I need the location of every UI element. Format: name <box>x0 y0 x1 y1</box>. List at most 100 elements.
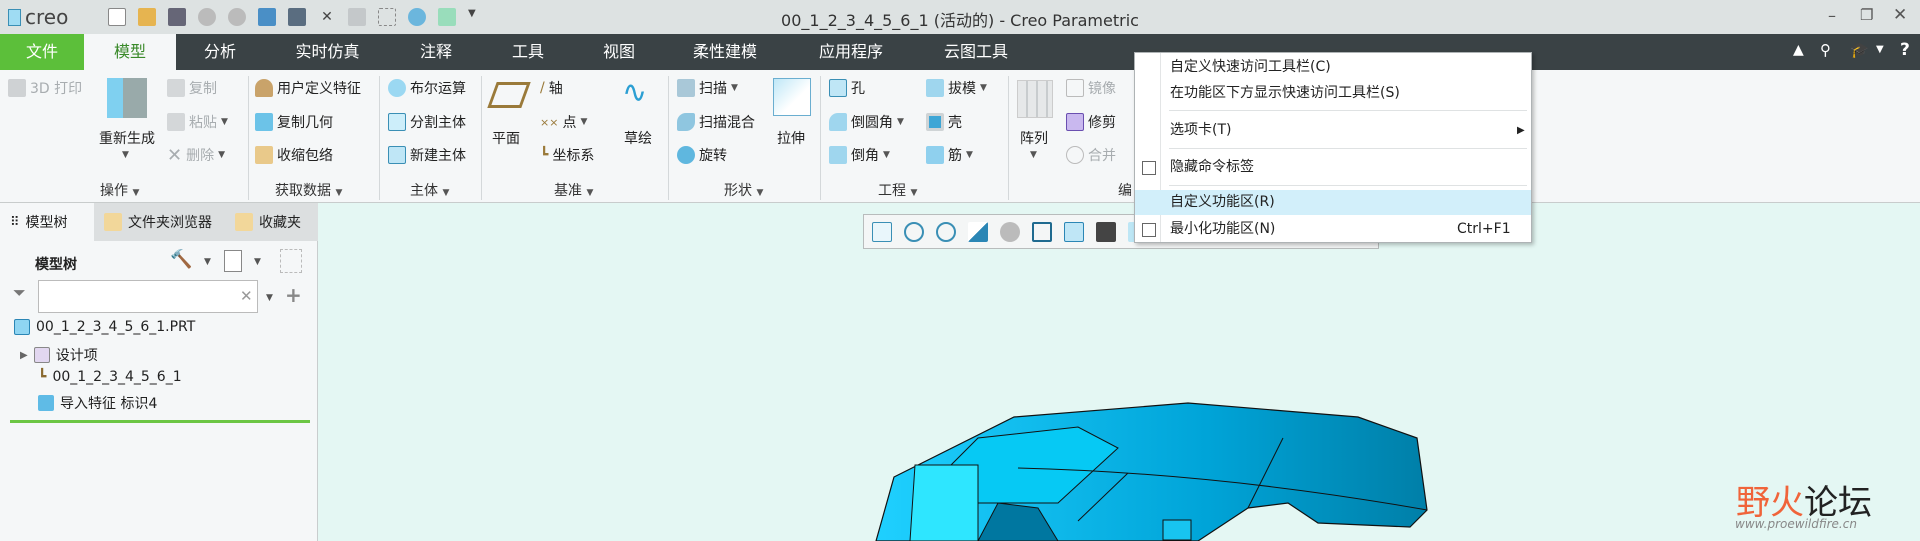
round-button[interactable]: 倒圆角 ▼ <box>829 112 904 132</box>
insert-indicator[interactable] <box>10 420 310 423</box>
3d-print-button[interactable]: 3D 打印 <box>8 78 82 98</box>
settings-tools-icon[interactable]: 🔨 <box>170 249 192 270</box>
axis-button[interactable]: / 轴 <box>540 78 563 98</box>
copy-button[interactable]: 复制 <box>167 78 217 98</box>
show-list-icon[interactable] <box>224 250 242 272</box>
group-get-data-label[interactable]: 获取数据 ▼ <box>275 180 342 200</box>
group-engineering-label[interactable]: 工程 ▼ <box>878 180 917 200</box>
draft-button[interactable]: 拔模 ▼ <box>926 78 987 98</box>
tab-file[interactable]: 文件 <box>0 34 84 70</box>
sweep-button[interactable]: 扫描 ▼ <box>677 78 738 98</box>
graphics-viewport[interactable]: 野火论坛 www.proewildfire.cn <box>318 203 1920 541</box>
csys-button[interactable]: ┗ 坐标系 <box>540 145 594 165</box>
perspective-view-icon[interactable] <box>1096 221 1116 242</box>
saved-orientations-icon[interactable] <box>1032 221 1052 242</box>
repaint-icon[interactable] <box>968 221 988 242</box>
filter-icon[interactable]: ⏷ <box>13 283 26 303</box>
settings-dropdown-icon[interactable]: ▼ <box>204 257 211 267</box>
collapse-ribbon-icon[interactable]: ▲ <box>1793 42 1804 58</box>
minimize-button[interactable]: – <box>1828 6 1836 25</box>
group-edit-label[interactable]: 编 <box>1118 180 1132 200</box>
tab-view[interactable]: 视图 <box>583 34 655 70</box>
tree-item-design-items[interactable]: ▶ 设计项 <box>20 345 98 365</box>
mirror-button[interactable]: 镜像 <box>1066 78 1116 98</box>
add-icon[interactable]: + <box>285 283 302 307</box>
regenerate-button[interactable]: 重新生成 <box>95 128 159 148</box>
regenerate-dropdown-icon[interactable]: ▼ <box>122 150 129 160</box>
tree-item-csys[interactable]: ┗ 00_1_2_3_4_5_6_1 <box>38 369 182 385</box>
sketch-icon[interactable]: ∿ <box>622 78 656 112</box>
chamfer-button[interactable]: 倒角 ▼ <box>829 145 890 165</box>
delete-button[interactable]: ✕ 删除 ▼ <box>167 145 225 166</box>
menu-item-tabs[interactable]: 选项卡(T) ▶ <box>1135 118 1531 143</box>
trim-icon <box>1066 113 1084 131</box>
swept-blend-button[interactable]: 扫描混合 <box>677 112 755 132</box>
tab-cloud-tools[interactable]: 云图工具 <box>926 34 1026 70</box>
close-button[interactable]: ✕ <box>1893 5 1907 25</box>
tab-favorites[interactable]: 收藏夹 <box>225 203 318 241</box>
tab-analysis[interactable]: 分析 <box>185 34 255 70</box>
group-body-label[interactable]: 主体 ▼ <box>410 180 449 200</box>
clear-search-icon[interactable]: ✕ <box>240 287 253 305</box>
tab-flexible-modeling[interactable]: 柔性建模 <box>675 34 775 70</box>
group-operations-label[interactable]: 操作 ▼ <box>100 180 139 200</box>
view-manager-icon[interactable] <box>1064 221 1084 242</box>
checkbox-icon[interactable] <box>1142 161 1156 175</box>
menu-item-hide-command-labels[interactable]: 隐藏命令标签 <box>1135 155 1531 180</box>
tab-live-simulation[interactable]: 实时仿真 <box>280 34 375 70</box>
learning-icon[interactable]: 🎓 <box>1850 41 1869 59</box>
tab-applications[interactable]: 应用程序 <box>801 34 901 70</box>
group-shapes-label[interactable]: 形状 ▼ <box>724 180 763 200</box>
paste-button[interactable]: 粘贴 ▼ <box>167 112 228 132</box>
learning-dropdown-icon[interactable]: ▼ <box>1876 44 1884 55</box>
menu-item-show-quick-access-below[interactable]: 在功能区下方显示快速访问工具栏(S) <box>1135 81 1531 106</box>
udf-button[interactable]: 用户定义特征 <box>255 78 361 98</box>
show-dropdown-icon[interactable]: ▼ <box>254 257 261 267</box>
tree-item-part[interactable]: 00_1_2_3_4_5_6_1.PRT <box>14 319 195 335</box>
tab-folder-browser[interactable]: 文件夹浏览器 <box>94 203 225 241</box>
regenerate-icon[interactable] <box>107 78 147 118</box>
extrude-button[interactable]: 拉伸 <box>777 128 805 148</box>
extrude-icon[interactable] <box>773 78 811 116</box>
new-body-button[interactable]: 新建主体 <box>388 145 466 165</box>
zoom-in-icon[interactable] <box>904 221 924 242</box>
shrinkwrap-button[interactable]: 收缩包络 <box>255 145 333 165</box>
tab-tools[interactable]: 工具 <box>492 34 564 70</box>
copy-geometry-button[interactable]: 复制几何 <box>255 112 333 132</box>
help-icon[interactable]: ? <box>1900 40 1910 60</box>
sketch-button[interactable]: 草绘 <box>624 128 652 148</box>
axis-label: 轴 <box>548 81 563 97</box>
shell-button[interactable]: 壳 <box>926 112 962 132</box>
trim-button[interactable]: 修剪 <box>1066 112 1116 132</box>
tab-model[interactable]: 模型 <box>84 34 176 70</box>
menu-item-minimize-ribbon[interactable]: 最小化功能区(N) Ctrl+F1 <box>1135 217 1531 242</box>
refit-icon[interactable] <box>872 221 892 242</box>
tree-filter-visibility-icon[interactable] <box>280 249 302 273</box>
group-datum-label[interactable]: 基准 ▼ <box>554 180 593 200</box>
rib-button[interactable]: 筋 ▼ <box>926 145 973 165</box>
pattern-dropdown-icon[interactable]: ▼ <box>1030 150 1037 160</box>
hole-button[interactable]: 孔 <box>829 78 865 98</box>
menu-item-customize-ribbon[interactable]: 自定义功能区(R) <box>1135 190 1531 215</box>
revolve-button[interactable]: 旋转 <box>677 145 727 165</box>
checkbox-icon[interactable] <box>1142 223 1156 237</box>
menu-item-customize-quick-access[interactable]: 自定义快速访问工具栏(C) <box>1135 55 1531 80</box>
model-tree-search-input[interactable] <box>38 280 258 313</box>
point-button[interactable]: ×× 点 ▼ <box>540 112 587 132</box>
expand-icon[interactable]: ▶ <box>20 350 28 361</box>
search-icon[interactable]: ⚲ <box>1820 41 1831 59</box>
split-body-button[interactable]: 分割主体 <box>388 112 466 132</box>
plane-button[interactable]: 平面 <box>492 128 520 148</box>
pattern-button[interactable]: 阵列 <box>1020 128 1048 148</box>
tree-item-import-feature[interactable]: 导入特征 标识4 <box>38 393 157 413</box>
restore-button[interactable]: ❐ <box>1860 6 1873 24</box>
tab-annotate[interactable]: 注释 <box>400 34 472 70</box>
search-options-dropdown-icon[interactable]: ▼ <box>266 293 273 303</box>
pattern-icon[interactable] <box>1017 80 1053 118</box>
display-style-icon[interactable] <box>1000 221 1020 242</box>
tab-model-tree[interactable]: ⠿ 模型树 <box>0 203 94 241</box>
boolean-button[interactable]: 布尔运算 <box>388 78 466 98</box>
merge-button[interactable]: 合并 <box>1066 145 1116 165</box>
plane-icon[interactable] <box>487 82 531 108</box>
zoom-out-icon[interactable] <box>936 221 956 242</box>
